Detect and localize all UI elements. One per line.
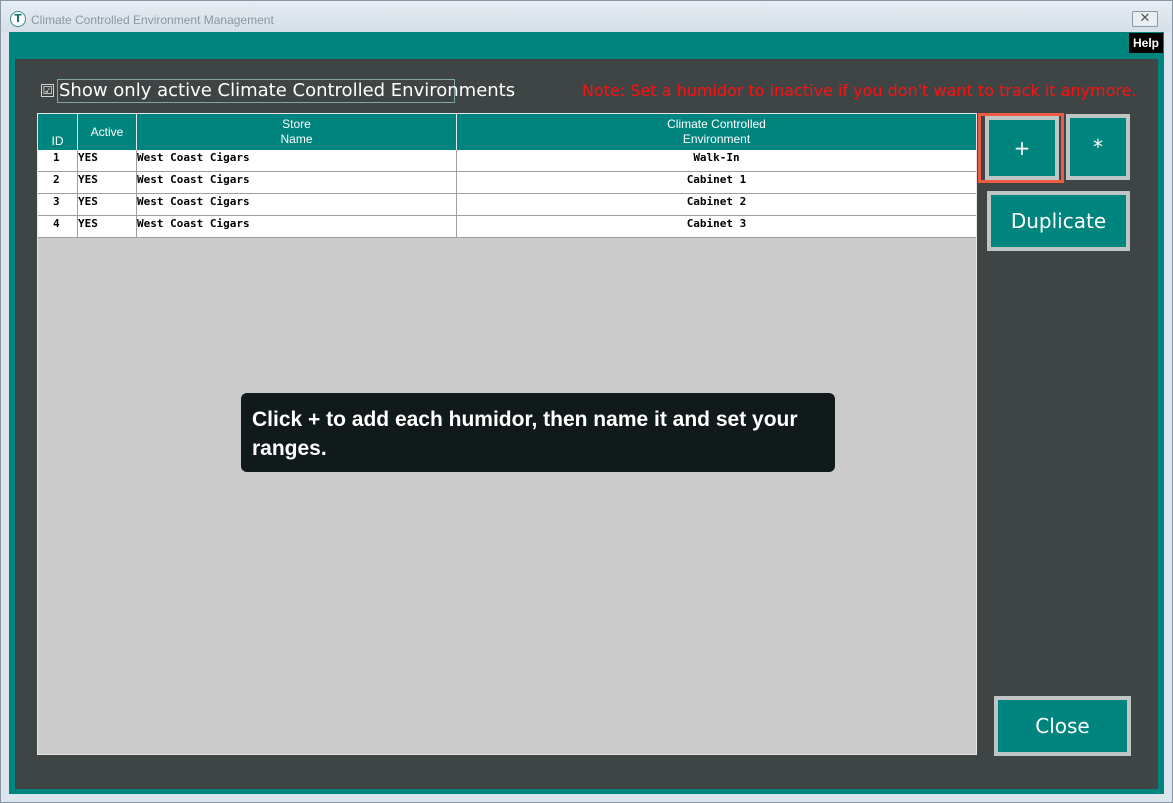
table-header: ID Active Store Name Climate Controlled … bbox=[38, 114, 976, 150]
column-header-store-line1: Store bbox=[282, 117, 311, 131]
title-bar: T Climate Controlled Environment Managem… bbox=[1, 1, 1172, 32]
column-header-id-label: ID bbox=[51, 134, 64, 148]
duplicate-button[interactable]: Duplicate bbox=[987, 191, 1130, 251]
help-button[interactable]: Help bbox=[1129, 33, 1163, 53]
cell-id: 3 bbox=[38, 194, 78, 215]
cell-id: 2 bbox=[38, 172, 78, 193]
add-environment-button[interactable]: + bbox=[985, 116, 1059, 180]
cell-environment: Cabinet 2 bbox=[686, 195, 747, 208]
cell-store-name: West Coast Cigars bbox=[137, 216, 457, 237]
cell-store-name: West Coast Cigars bbox=[137, 194, 457, 215]
window-close-button[interactable]: ✕ bbox=[1132, 11, 1158, 27]
menu-bar bbox=[9, 32, 1164, 54]
active-filter-checkbox[interactable]: ☑ bbox=[41, 84, 54, 97]
table-row[interactable]: 2 YES West Coast Cigars Cabinet 1 bbox=[38, 172, 976, 194]
column-header-store-line2: Name bbox=[280, 132, 313, 146]
cell-id: 4 bbox=[38, 216, 78, 237]
cell-active: YES bbox=[78, 216, 137, 237]
app-window: T Climate Controlled Environment Managem… bbox=[0, 0, 1173, 803]
app-logo-icon: T bbox=[10, 11, 26, 27]
table-body: 1 YES West Coast Cigars Walk-In 2 YES We… bbox=[38, 150, 976, 238]
column-header-store-name[interactable]: Store Name bbox=[137, 114, 457, 150]
cell-store-name: West Coast Cigars bbox=[137, 172, 457, 193]
table-row[interactable]: 4 YES West Coast Cigars Cabinet 3 bbox=[38, 216, 976, 238]
column-header-id[interactable]: ID bbox=[38, 114, 78, 150]
cell-active: YES bbox=[78, 194, 137, 215]
cell-active: YES bbox=[78, 172, 137, 193]
column-header-env-line2: Environment bbox=[682, 132, 751, 146]
table-row[interactable]: 3 YES West Coast Cigars Cabinet 2 bbox=[38, 194, 976, 216]
column-header-active[interactable]: Active bbox=[78, 114, 137, 150]
cell-environment: Cabinet 1 bbox=[686, 173, 747, 186]
column-header-env-line1: Climate Controlled bbox=[667, 117, 766, 131]
active-filter-label[interactable]: Show only active Climate Controlled Envi… bbox=[57, 79, 515, 103]
column-header-active-label: Active bbox=[90, 124, 124, 139]
cell-environment: Walk-In bbox=[693, 151, 740, 164]
inactive-note: Note: Set a humidor to inactive if you d… bbox=[582, 81, 1137, 100]
cell-environment: Cabinet 3 bbox=[686, 217, 747, 230]
column-header-environment[interactable]: Climate Controlled Environment bbox=[457, 114, 976, 150]
close-button[interactable]: Close bbox=[994, 696, 1131, 756]
table-row[interactable]: 1 YES West Coast Cigars Walk-In bbox=[38, 150, 976, 172]
cell-store-name: West Coast Cigars bbox=[137, 150, 457, 171]
cell-id: 1 bbox=[38, 150, 78, 171]
window-title: Climate Controlled Environment Managemen… bbox=[31, 13, 274, 27]
star-button[interactable]: * bbox=[1066, 114, 1130, 180]
cell-active: YES bbox=[78, 150, 137, 171]
onboarding-tooltip: Click + to add each humidor, then name i… bbox=[241, 393, 835, 472]
